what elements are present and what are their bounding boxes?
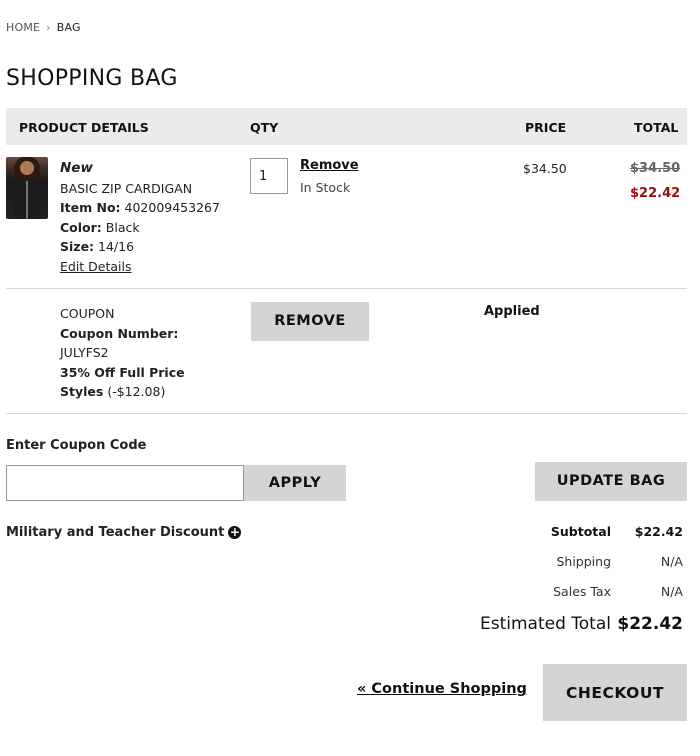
apply-coupon-button[interactable]: APPLY [244, 465, 346, 501]
shipping-value: N/A [660, 554, 683, 569]
size-line: Size: 14/16 [60, 239, 135, 254]
shipping-label: Shipping [556, 554, 611, 569]
item-price: $34.50 [523, 161, 567, 176]
coupon-info: COUPON Coupon Number: JULYFS2 35% Off Fu… [60, 304, 210, 402]
sales-tax-value: N/A [660, 584, 683, 599]
subtotal-label: Subtotal [550, 524, 611, 539]
coupon-number-label: Coupon Number: [60, 325, 179, 341]
table-header: PRODUCT DETAILS QTY PRICE TOTAL [6, 108, 687, 145]
sales-tax-label: Sales Tax [553, 584, 611, 599]
header-price: PRICE [525, 120, 567, 135]
remove-coupon-button[interactable]: REMOVE [251, 302, 369, 341]
product-thumbnail[interactable] [6, 157, 48, 219]
coupon-code-label: Enter Coupon Code [6, 438, 147, 453]
subtotal-value: $22.42 [634, 524, 683, 539]
estimated-total-label: Estimated Total [480, 614, 611, 634]
original-total: $34.50 [630, 161, 681, 176]
update-bag-button[interactable]: UPDATE BAG [535, 462, 687, 501]
coupon-heading: COUPON [60, 306, 115, 321]
sale-total: $22.42 [630, 186, 681, 201]
breadcrumb-current: BAG [56, 21, 81, 34]
color-line: Color: Black [60, 219, 140, 235]
edit-details-link[interactable]: Edit Details [60, 257, 220, 277]
plus-circle-icon[interactable]: + [228, 526, 242, 539]
chevron-right-icon: › [46, 21, 51, 34]
stock-status: In Stock [300, 180, 351, 195]
coupon-discount: (-$12.08) [107, 384, 166, 399]
product-name: BASIC ZIP CARDIGAN [60, 180, 193, 196]
breadcrumb-home[interactable]: HOME [6, 21, 40, 34]
coupon-code-input[interactable] [6, 465, 244, 501]
checkout-button[interactable]: CHECKOUT [543, 664, 687, 721]
header-total: TOTAL [634, 120, 679, 135]
coupon-number: JULYFS2 [60, 345, 109, 360]
new-badge: New [60, 160, 93, 176]
quantity-input[interactable]: 1 [250, 158, 288, 194]
military-discount-toggle[interactable]: Military and Teacher Discount + [6, 525, 242, 540]
remove-item-link[interactable]: Remove [300, 158, 359, 173]
divider [6, 288, 687, 289]
header-product-details: PRODUCT DETAILS [19, 120, 149, 135]
breadcrumb: HOME › BAG [6, 21, 81, 34]
continue-shopping-link[interactable]: « Continue Shopping [357, 681, 527, 697]
header-qty: QTY [250, 120, 279, 135]
estimated-total-value: $22.42 [617, 614, 683, 634]
page-title: SHOPPING BAG [6, 66, 178, 91]
military-discount-label: Military and Teacher Discount [6, 525, 225, 540]
coupon-status: Applied [484, 304, 540, 319]
item-number-line: Item No: 402009453267 [60, 200, 220, 215]
product-info: New BASIC ZIP CARDIGAN Item No: 40200945… [60, 159, 220, 276]
divider [6, 413, 687, 414]
